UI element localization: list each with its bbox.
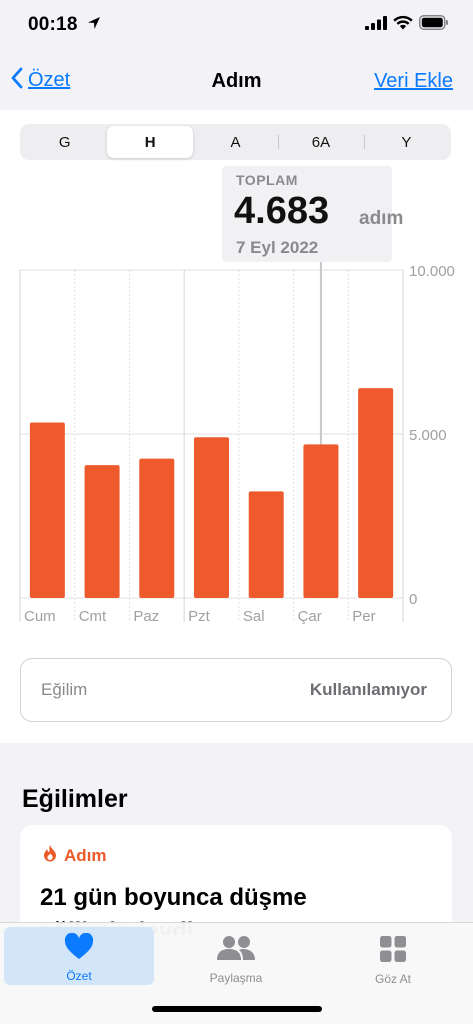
tab-summary[interactable]: Özet	[4, 927, 154, 985]
chart-bar[interactable]	[139, 458, 175, 598]
y-tick-label: 0	[409, 591, 417, 608]
tooltip-label: TOPLAM	[236, 172, 298, 188]
people-icon	[216, 935, 256, 967]
trend-label: Eğilim	[41, 680, 88, 699]
tooltip-unit: adım	[359, 208, 404, 229]
location-arrow-icon	[86, 15, 102, 36]
chart-bar[interactable]	[248, 491, 284, 598]
trend-card-header: Adım	[42, 844, 107, 867]
chart-bar[interactable]	[358, 388, 394, 598]
y-tick-label: 10.000	[409, 263, 455, 280]
home-indicator	[152, 1006, 322, 1012]
trends-section-title: Eğilimler	[22, 785, 128, 813]
signal-icon	[365, 15, 387, 35]
y-tick-label: 5.000	[409, 427, 447, 444]
chart-bar[interactable]	[303, 444, 339, 598]
tooltip-date: 7 Eyl 2022	[236, 238, 319, 257]
chart-card: G H A 6A Y Cum Cmt Paz Pzt Sal Çar Per 10.000 5.000 0…	[0, 110, 473, 743]
tooltip-value: 4.683	[234, 190, 330, 232]
x-tick-label: Çar	[298, 608, 322, 625]
add-data-button[interactable]: Veri Ekle	[374, 70, 453, 93]
x-tick-label: Cum	[24, 608, 56, 625]
tab-browse[interactable]: Göz At	[318, 927, 468, 986]
battery-icon	[419, 15, 449, 35]
x-tick-label: Sal	[243, 608, 265, 625]
trend-card[interactable]: Adım 21 gün boyunca düşme eğilimindeydi	[20, 825, 452, 935]
wifi-icon	[393, 15, 413, 35]
status-bar: 00:18	[0, 0, 473, 52]
trend-value: Kullanılamıyor	[309, 680, 427, 699]
selection-tooltip: TOPLAM 4.683 adım 7 Eyl 2022	[222, 166, 403, 262]
trend-card-category: Adım	[64, 845, 107, 865]
tab-sharing-label: Paylaşma	[209, 971, 263, 985]
chart-bar[interactable]	[84, 465, 120, 598]
heart-icon	[64, 932, 94, 965]
tab-browse-label: Göz At	[374, 972, 412, 986]
grid-icon	[379, 935, 407, 968]
x-tick-label: Paz	[133, 608, 159, 625]
chart-bar[interactable]	[29, 422, 65, 598]
x-tick-label: Per	[352, 608, 375, 625]
status-indicators	[365, 15, 449, 35]
navigation-bar: Özet Adım Veri Ekle	[0, 52, 473, 110]
x-tick-label: Cmt	[79, 608, 107, 625]
tab-sharing[interactable]: Paylaşma	[161, 927, 311, 985]
status-time: 00:18	[28, 14, 78, 35]
x-tick-label: Pzt	[188, 608, 211, 625]
tab-summary-label: Özet	[66, 969, 92, 983]
trend-box[interactable]: Eğilim Kullanılamıyor	[20, 658, 452, 722]
chart-bar[interactable]	[194, 437, 229, 598]
flame-icon	[42, 844, 58, 867]
